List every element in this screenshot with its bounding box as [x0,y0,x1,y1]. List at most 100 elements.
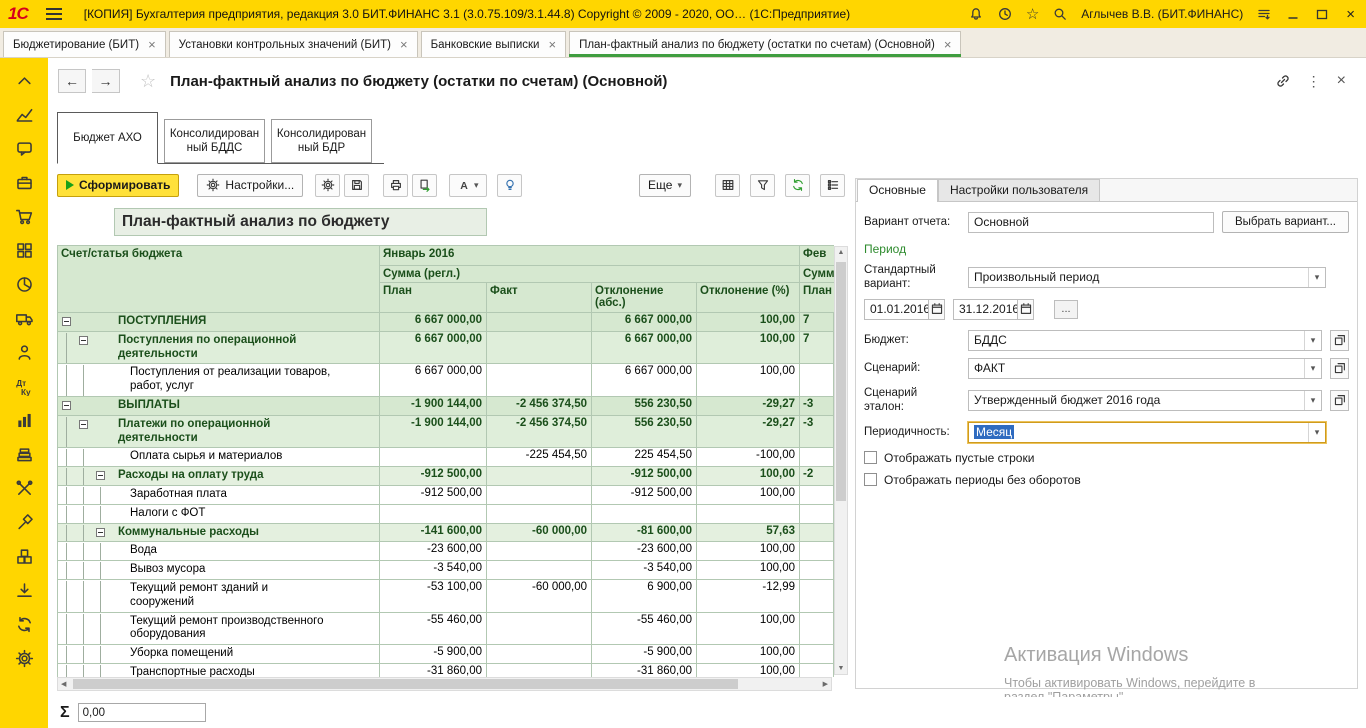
table-row[interactable]: ПОСТУПЛЕНИЯ6 667 000,006 667 000,00100,0… [58,313,834,332]
generate-button[interactable]: Сформировать [57,174,179,197]
scroll-down-arrow[interactable]: ▼ [835,665,847,672]
settings-button[interactable]: Настройки... [197,174,303,197]
close-tab-icon[interactable]: × [944,37,952,52]
table-row[interactable]: ВЫПЛАТЫ-1 900 144,00-2 456 374,50556 230… [58,397,834,416]
plan-cell[interactable] [380,505,487,524]
font-scale-button[interactable]: А ▾ [449,174,487,197]
empty-rows-checkbox[interactable] [864,451,877,464]
dev-abs-cell[interactable]: 6 667 000,00 [592,364,697,397]
column-header-dev-abs[interactable]: Отклонение (абс.) [592,283,697,313]
dev-pct-cell[interactable]: -100,00 [697,448,800,467]
journals-icon[interactable] [0,437,48,471]
account-cell[interactable]: Налоги с ФОТ [58,505,380,524]
account-cell[interactable]: Транспортные расходы [58,664,380,677]
periodicity-combo[interactable]: Месяц ▾ [968,422,1326,443]
dev-pct-cell[interactable]: 57,63 [697,524,800,543]
table-row[interactable]: Уборка помещений-5 900,00-5 900,00100,00 [58,645,834,664]
table-row[interactable]: Платежи по операционной деятельности-1 9… [58,416,834,449]
dev-pct-cell[interactable]: 100,00 [697,561,800,580]
vertical-scrollbar[interactable]: ▲ ▼ [834,246,848,675]
plan-cell[interactable]: 6 667 000,00 [380,313,487,332]
next-period-cell[interactable]: 7 [800,313,834,332]
exchange-icon[interactable] [0,607,48,641]
briefcase-icon[interactable] [0,165,48,199]
column-header-plan-next[interactable]: План [800,283,834,313]
next-period-cell[interactable]: -3 [800,416,834,449]
chevron-down-icon[interactable]: ▾ [1308,423,1325,442]
fact-cell[interactable]: -2 456 374,50 [487,416,592,449]
dev-abs-cell[interactable]: 225 454,50 [592,448,697,467]
next-period-cell[interactable] [800,580,834,613]
empty-periods-checkbox[interactable] [864,473,877,486]
scroll-right-arrow[interactable]: ▶ [823,678,828,690]
account-cell[interactable]: Текущий ремонт зданий и сооружений [58,580,380,613]
fact-cell[interactable] [487,467,592,486]
close-window-button[interactable]: × [1343,7,1358,22]
dev-abs-cell[interactable]: 556 230,50 [592,416,697,449]
tab-main-settings[interactable]: Основные [857,179,938,201]
employees-icon[interactable] [0,335,48,369]
plan-cell[interactable]: -55 460,00 [380,613,487,646]
next-period-cell[interactable] [800,561,834,580]
table-row[interactable]: Вывоз мусора-3 540,00-3 540,00100,00 [58,561,834,580]
close-tab-icon[interactable]: × [148,37,156,52]
column-header-sum-next[interactable]: Сумм [800,266,834,283]
dev-abs-cell[interactable] [592,505,697,524]
table-row[interactable]: Поступления от реализации товаров, работ… [58,364,834,397]
fact-cell[interactable] [487,613,592,646]
dev-pct-cell[interactable]: 100,00 [697,332,800,365]
report-structure-button[interactable] [820,174,845,197]
open-budget-button[interactable] [1330,330,1349,351]
date-from-input[interactable]: 01.01.2016 [864,299,928,320]
account-cell[interactable]: Расходы на оплату труда [58,467,380,486]
close-tab-icon[interactable]: × [548,37,556,52]
close-tab-icon[interactable]: × [400,37,408,52]
period-picker-button[interactable]: ... [1054,300,1078,319]
dev-abs-cell[interactable]: 6 900,00 [592,580,697,613]
fact-cell[interactable] [487,645,592,664]
plan-cell[interactable]: 6 667 000,00 [380,364,487,397]
collapse-group-icon[interactable] [62,401,71,410]
scenario-combo[interactable]: ФАКТ ▾ [968,358,1322,379]
tools-icon[interactable] [0,471,48,505]
main-menu-icon[interactable] [46,8,62,20]
fact-cell[interactable] [487,486,592,505]
next-period-cell[interactable]: -2 [800,467,834,486]
table-row[interactable]: Расходы на оплату труда-912 500,00-912 5… [58,467,834,486]
table-row[interactable]: Вода-23 600,00-23 600,00100,00 [58,542,834,561]
plan-cell[interactable]: 6 667 000,00 [380,332,487,365]
get-link-icon[interactable] [1275,73,1291,89]
fact-cell[interactable] [487,664,592,677]
collapse-group-icon[interactable] [62,317,71,326]
plan-cell[interactable]: -5 900,00 [380,645,487,664]
account-cell[interactable]: Текущий ремонт производственного оборудо… [58,613,380,646]
minimize-button[interactable] [1285,6,1301,22]
export-button[interactable] [412,174,437,197]
open-etalon-button[interactable] [1330,390,1349,411]
column-header-plan[interactable]: План [380,283,487,313]
column-header-dev-pct[interactable]: Отклонение (%) [697,283,800,313]
account-cell[interactable]: Поступления по операционной деятельности [58,332,380,365]
dev-pct-cell[interactable]: -29,27 [697,416,800,449]
table-row[interactable]: Транспортные расходы-31 860,00-31 860,00… [58,664,834,677]
budget-tab-3[interactable]: Консолидированный БДР [271,119,372,163]
import-icon[interactable] [0,573,48,607]
collapse-group-icon[interactable] [79,420,88,429]
dev-pct-cell[interactable]: 100,00 [697,542,800,561]
dev-pct-cell[interactable]: 100,00 [697,467,800,486]
close-page-button[interactable]: × [1337,72,1346,90]
next-period-cell[interactable] [800,505,834,524]
star-icon[interactable]: ☆ [140,71,156,92]
fact-cell[interactable]: -60 000,00 [487,524,592,543]
warehouse-icon[interactable] [0,539,48,573]
account-cell[interactable]: Коммунальные расходы [58,524,380,543]
budget-combo[interactable]: БДДС ▾ [968,330,1322,351]
table-row[interactable]: Текущий ремонт производственного оборудо… [58,613,834,646]
more-button[interactable]: Еще ▾ [639,174,691,197]
sections-icon[interactable] [0,233,48,267]
dev-abs-cell[interactable]: -3 540,00 [592,561,697,580]
plan-cell[interactable]: -23 600,00 [380,542,487,561]
etalon-scenario-combo[interactable]: Утвержденный бюджет 2016 года ▾ [968,390,1322,411]
fact-cell[interactable] [487,364,592,397]
save-settings-button[interactable] [344,174,369,197]
